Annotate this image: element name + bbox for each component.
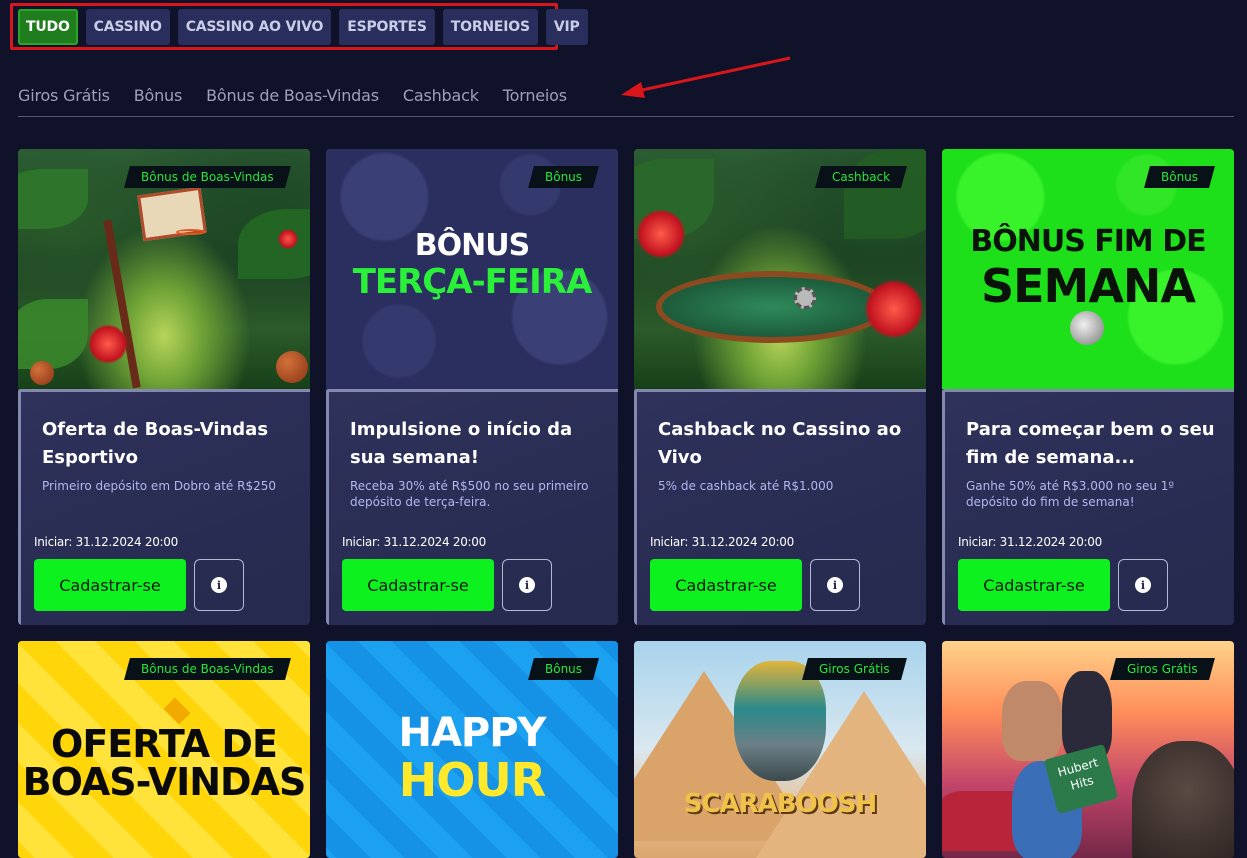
card-tag: Cashback <box>814 166 907 188</box>
card-start-date: Iniciar: 31.12.2024 20:00 <box>342 535 486 549</box>
card-body: Oferta de Boas-Vindas Esportivo Primeiro… <box>18 389 310 625</box>
subtab-cashback[interactable]: Cashback <box>403 86 479 105</box>
info-circle-icon: i <box>519 577 535 593</box>
poker-chip <box>794 287 816 309</box>
promo-card: BÔNUS TERÇA-FEIRA Bônus Impulsione o iní… <box>326 149 618 625</box>
info-button[interactable]: i <box>194 559 244 611</box>
register-button[interactable]: Cadastrar-se <box>34 559 186 611</box>
info-circle-icon: i <box>1135 577 1151 593</box>
register-button[interactable]: Cadastrar-se <box>958 559 1110 611</box>
art-title-line1: HAPPY <box>398 710 546 756</box>
promo-card: Hubert Hits Giros Grátis <box>942 641 1234 858</box>
card-description: Primeiro depósito em Dobro até R$250 <box>42 479 276 493</box>
info-circle-icon: i <box>211 577 227 593</box>
basketball <box>30 361 54 385</box>
game-logo: SCARABOOSH <box>683 789 878 819</box>
card-description: 5% de cashback até R$1.000 <box>658 479 834 493</box>
tab-esportes[interactable]: ESPORTES <box>339 9 435 45</box>
tab-torneios[interactable]: TORNEIOS <box>442 9 538 45</box>
art-title-line2: BOAS-VINDAS <box>22 760 307 804</box>
tab-cassino[interactable]: CASSINO <box>85 9 170 45</box>
art-title-line1: BÔNUS <box>414 228 530 263</box>
card-image: Hubert Hits Giros Grátis <box>942 641 1234 858</box>
subtabs-divider <box>18 116 1234 117</box>
art-title-line1: BÔNUS FIM DE <box>970 224 1206 259</box>
card-tag: Bônus de Boas-Vindas <box>124 166 291 188</box>
art-title-line2: SEMANA <box>980 259 1196 313</box>
card-start-date: Iniciar: 31.12.2024 20:00 <box>34 535 178 549</box>
subtab-bonus[interactable]: Bônus <box>134 86 183 105</box>
card-title: Impulsione o início da sua semana! <box>350 419 573 468</box>
basketball <box>276 351 308 383</box>
tab-vip[interactable]: VIP <box>545 9 588 45</box>
info-circle-icon: i <box>827 577 843 593</box>
flower-decoration <box>88 324 128 364</box>
hoop-rim <box>176 229 206 235</box>
card-image: Cashback <box>634 149 926 389</box>
card-start-date: Iniciar: 31.12.2024 20:00 <box>958 535 1102 549</box>
info-button[interactable]: i <box>1118 559 1168 611</box>
promo-card: Cashback Cashback no Cassino ao Vivo 5% … <box>634 149 926 625</box>
card-tag: Bônus de Boas-Vindas <box>124 658 291 680</box>
flower-decoration <box>864 279 924 339</box>
card-image: BÔNUS FIM DE SEMANA Bônus <box>942 149 1234 389</box>
info-button[interactable]: i <box>810 559 860 611</box>
art-title-line1: OFERTA DE <box>51 722 278 766</box>
card-tag: Bônus <box>1144 166 1215 188</box>
card-start-date: Iniciar: 31.12.2024 20:00 <box>650 535 794 549</box>
leaf-decoration <box>844 149 926 239</box>
card-title: Cashback no Cassino ao Vivo <box>658 419 902 468</box>
card-body: Impulsione o início da sua semana! Receb… <box>326 389 618 625</box>
card-description: Ganhe 50% até R$3.000 no seu 1º depósito… <box>966 479 1175 509</box>
card-image: SCARABOOSH Giros Grátis <box>634 641 926 858</box>
promo-card: HAPPY HOUR Bônus <box>326 641 618 858</box>
subtab-torneios[interactable]: Torneios <box>503 86 567 105</box>
card-body: Para começar bem o seu fim de semana... … <box>942 389 1234 625</box>
register-button[interactable]: Cadastrar-se <box>342 559 494 611</box>
subtab-bonus-boas-vindas[interactable]: Bônus de Boas-Vindas <box>206 86 379 105</box>
art-title-line2: TERÇA-FEIRA <box>352 262 593 302</box>
flower-decoration <box>278 229 298 249</box>
promo-card: OFERTA DE BOAS-VINDAS Bônus de Boas-Vind… <box>18 641 310 858</box>
promo-card: SCARABOOSH Giros Grátis <box>634 641 926 858</box>
promo-card: Bônus de Boas-Vindas Oferta de Boas-Vind… <box>18 149 310 625</box>
card-tag: Giros Grátis <box>1110 658 1215 680</box>
card-image: BÔNUS TERÇA-FEIRA Bônus <box>326 149 618 389</box>
gorilla-character <box>1132 741 1234 858</box>
card-title: Para começar bem o seu fim de semana... <box>966 419 1215 468</box>
disco-ball-icon <box>1070 311 1104 345</box>
diamond-icon <box>163 697 191 725</box>
tab-cassino-ao-vivo[interactable]: CASSINO AO VIVO <box>177 9 332 45</box>
card-tag: Giros Grátis <box>802 658 907 680</box>
leaf-decoration <box>18 169 88 229</box>
flower-decoration <box>636 209 686 259</box>
category-tabs: TUDO CASSINO CASSINO AO VIVO ESPORTES TO… <box>18 9 588 45</box>
art-title-line2: HOUR <box>398 753 546 807</box>
card-image: OFERTA DE BOAS-VINDAS Bônus de Boas-Vind… <box>18 641 310 858</box>
card-image: Bônus de Boas-Vindas <box>18 149 310 389</box>
sub-tabs: Giros Grátis Bônus Bônus de Boas-Vindas … <box>18 86 567 105</box>
card-tag: Bônus <box>528 166 599 188</box>
card-tag: Bônus <box>528 658 599 680</box>
card-body: Cashback no Cassino ao Vivo 5% de cashba… <box>634 389 926 625</box>
subtab-giros-gratis[interactable]: Giros Grátis <box>18 86 110 105</box>
promo-card: BÔNUS FIM DE SEMANA Bônus Para começar b… <box>942 149 1234 625</box>
leaf-decoration <box>18 299 88 369</box>
card-description: Receba 30% até R$500 no seu primeiro dep… <box>350 479 589 509</box>
register-button[interactable]: Cadastrar-se <box>650 559 802 611</box>
leaf-decoration <box>238 209 310 279</box>
poker-table <box>656 271 888 343</box>
info-button[interactable]: i <box>502 559 552 611</box>
card-title: Oferta de Boas-Vindas Esportivo <box>42 419 269 468</box>
red-annotation-arrow-icon <box>621 56 791 98</box>
card-image: HAPPY HOUR Bônus <box>326 641 618 858</box>
tab-tudo[interactable]: TUDO <box>18 9 78 45</box>
character-figure <box>1002 681 1062 761</box>
